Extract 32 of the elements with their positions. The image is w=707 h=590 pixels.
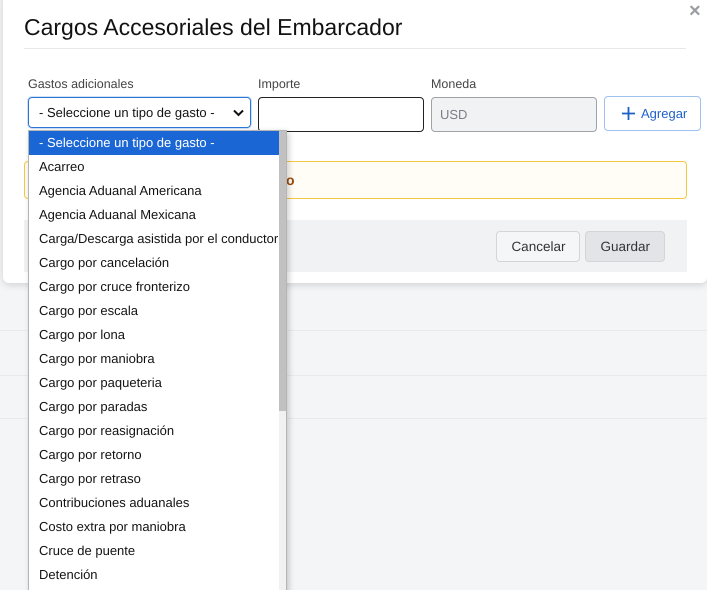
dropdown-option[interactable]: Cruce de puente (29, 539, 279, 563)
dropdown-option[interactable]: Cargo por paqueteria (29, 371, 279, 395)
dropdown-option[interactable]: Cargo por retorno (29, 443, 279, 467)
dropdown-option[interactable]: Acarreo (29, 155, 279, 179)
dropdown-option[interactable]: Cargo por escala (29, 299, 279, 323)
dropdown-option[interactable]: Contribuciones aduanales (29, 491, 279, 515)
dropdown-option[interactable]: Cargo por paradas (29, 395, 279, 419)
dropdown-option[interactable]: Cargo por retraso (29, 467, 279, 491)
warning-text: o (286, 172, 295, 188)
save-button[interactable]: Guardar (585, 230, 665, 262)
field-label: Gastos adicionales (28, 77, 135, 91)
dropdown-option[interactable]: Cargo por cancelación (29, 251, 279, 275)
field-label: Moneda (431, 77, 478, 91)
dropdown-option[interactable]: Detención (29, 563, 279, 587)
dropdown-option[interactable]: Cargo por reasignación (29, 419, 279, 443)
add-button[interactable]: Agregar (604, 96, 701, 131)
field-label: Importe (258, 77, 302, 91)
dropdown-option[interactable]: Agencia Aduanal Americana (29, 179, 279, 203)
select-field[interactable]: - Seleccione un tipo de gasto - (28, 97, 251, 128)
cancel-button[interactable]: Cancelar (496, 230, 580, 262)
dropdown-option[interactable]: Cargo por maniobra (29, 347, 279, 371)
dropdown-option[interactable]: Cargo por cruce fronterizo (29, 275, 279, 299)
dropdown-option[interactable]: Cargo por lona (29, 323, 279, 347)
plus-icon (622, 107, 635, 120)
scrollbar[interactable] (279, 131, 286, 590)
input-field[interactable] (258, 97, 424, 132)
dropdown-option[interactable]: Carga/Descarga asistida por el conductor (29, 227, 279, 251)
modal-title: Cargos Accesoriales del Embarcador (24, 14, 686, 49)
dropdown-option[interactable]: Agencia Aduanal Mexicana (29, 203, 279, 227)
chevron-down-icon (233, 108, 244, 116)
dropdown-option[interactable]: Costo extra por maniobra (29, 515, 279, 539)
dropdown-option[interactable]: - Seleccione un tipo de gasto - (29, 131, 279, 155)
